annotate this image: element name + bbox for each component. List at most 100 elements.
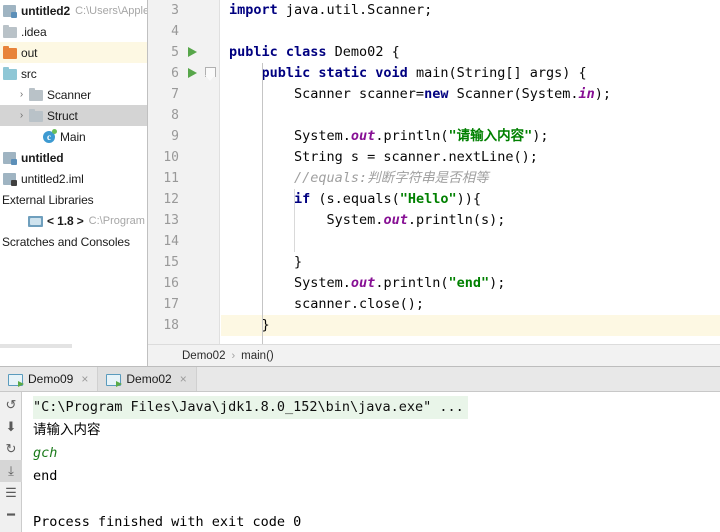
tree-item-idea[interactable]: .idea: [0, 21, 147, 42]
tree-item-untitled2-iml[interactable]: untitled2.iml: [0, 168, 147, 189]
tree-item-untitled[interactable]: untitled: [0, 147, 147, 168]
code-line[interactable]: scanner.close();: [221, 294, 720, 315]
console-line: 请输入内容: [33, 422, 101, 438]
run-gutter-icon[interactable]: [187, 63, 200, 84]
top-area: untitled2 C:\Users\Apple .idea out src › Scann…: [0, 0, 720, 366]
editor-gutter[interactable]: 3 4 5 6 7 8 9 10 11 12 13 14 15 16 17 18: [148, 0, 220, 344]
line-number: 11: [163, 171, 179, 186]
console-line: gch: [33, 445, 58, 461]
tree-item-untitled2[interactable]: untitled2 C:\Users\Apple: [0, 0, 147, 21]
line-number: 9: [171, 129, 179, 144]
console-line: end: [33, 468, 58, 484]
code-line[interactable]: if (s.equals("Hello")){: [221, 189, 720, 210]
code-line[interactable]: System.out.println("请输入内容");: [221, 126, 720, 147]
tree-item-path: C:\Users\Apple: [75, 4, 148, 17]
folder-out-icon: [2, 45, 18, 60]
project-tree[interactable]: untitled2 C:\Users\Apple .idea out src › Scann…: [0, 0, 148, 366]
line-number: 15: [163, 255, 179, 270]
code-line[interactable]: [221, 231, 720, 252]
code-token: (s.equals(: [310, 191, 400, 207]
editor-pane[interactable]: 3 4 5 6 7 8 9 10 11 12 13 14 15 16 17 18 import java.ut…: [148, 0, 720, 366]
tree-item-external-libraries[interactable]: External Libraries: [0, 189, 147, 210]
chevron-right-icon[interactable]: ›: [15, 110, 28, 121]
run-tab-demo02[interactable]: Demo02 ×: [98, 367, 197, 391]
code-token: }: [229, 254, 303, 270]
code-line[interactable]: //equals:判断字符串是否相等: [221, 168, 720, 189]
tree-item-path: C:\Program Fi: [88, 214, 147, 227]
code-token: if: [294, 191, 311, 207]
breadcrumb[interactable]: Demo02 › main(): [148, 344, 720, 366]
code-fold-icon[interactable]: [204, 63, 216, 84]
code-line[interactable]: [221, 105, 720, 126]
run-gutter-icon[interactable]: [187, 42, 200, 63]
tree-item-label: untitled2: [21, 3, 71, 18]
code-line[interactable]: }: [221, 315, 720, 336]
code-token: //equals:判断字符串是否相等: [294, 170, 489, 186]
print-button[interactable]: ☰: [0, 482, 22, 504]
close-icon[interactable]: ×: [180, 373, 187, 385]
tree-item-scanner[interactable]: › Scanner: [0, 84, 147, 105]
breadcrumb-separator-icon: ›: [231, 349, 236, 362]
tree-item-label: Main: [60, 129, 86, 144]
panel-resize-stub[interactable]: [0, 344, 72, 348]
code-line[interactable]: System.out.println("end");: [221, 273, 720, 294]
code-line[interactable]: System.out.println(s);: [221, 210, 720, 231]
line-number: 18: [163, 318, 179, 333]
stop-button[interactable]: ⬇: [0, 416, 22, 438]
print-icon: ☰: [5, 485, 17, 500]
editor-code-area[interactable]: import java.util.Scanner; public class D…: [221, 0, 720, 344]
code-token: public static void: [261, 65, 408, 81]
code-token: new: [424, 86, 449, 102]
line-number: 5: [171, 45, 179, 60]
scroll-to-end-button[interactable]: ⤓: [0, 460, 22, 482]
code-token: "end": [448, 275, 490, 291]
indent-guide: [294, 189, 296, 252]
tree-item-struct[interactable]: › Struct: [0, 105, 147, 126]
code-line[interactable]: [221, 21, 720, 42]
console-output[interactable]: "C:\Program Files\Java\jdk1.8.0_152\bin\…: [23, 392, 720, 532]
code-token: out: [383, 212, 408, 228]
code-token: java.util.Scanner;: [277, 2, 433, 18]
rerun-button[interactable]: ↺: [0, 394, 22, 416]
breadcrumb-item[interactable]: main(): [241, 350, 274, 362]
tree-item-1-8[interactable]: < 1.8 > C:\Program Fi: [0, 210, 147, 231]
tree-item-main[interactable]: c Main: [0, 126, 147, 147]
line-number: 6: [171, 66, 179, 81]
line-number: 12: [163, 192, 179, 207]
run-toolbar[interactable]: ↺ ⬇ ↻ ⤓ ☰ ━: [0, 392, 22, 532]
code-line[interactable]: import java.util.Scanner;: [221, 0, 720, 21]
code-line[interactable]: }: [221, 252, 720, 273]
soft-wrap-button[interactable]: ━: [0, 504, 22, 526]
rerun-icon: ↺: [5, 397, 17, 412]
tree-item-out[interactable]: out: [0, 42, 147, 63]
line-number: 17: [163, 297, 179, 312]
code-line[interactable]: public class Demo02 {: [221, 42, 720, 63]
run-tab-demo09[interactable]: Demo09 ×: [0, 367, 99, 391]
run-configuration-icon: [8, 373, 24, 387]
code-token: );: [489, 275, 506, 291]
run-tab-bar[interactable]: Demo09 × Demo02 ×: [0, 367, 720, 392]
code-line[interactable]: public static void main(String[] args) {: [221, 63, 720, 84]
chevron-right-icon[interactable]: ›: [15, 89, 28, 100]
tree-item-scratches-and-consoles[interactable]: Scratches and Consoles: [0, 231, 147, 252]
soft-wrap-icon: ━: [7, 507, 15, 522]
restart-button[interactable]: ↻: [0, 438, 22, 460]
breadcrumb-item[interactable]: Demo02: [182, 350, 225, 362]
line-number: 14: [163, 234, 179, 249]
line-number: 7: [171, 87, 179, 102]
tree-item-label: out: [21, 45, 38, 60]
module-icon: [2, 151, 18, 165]
code-line[interactable]: String s = scanner.nextLine();: [221, 147, 720, 168]
scroll-to-end-icon: ⤓: [8, 463, 14, 478]
code-token: System.: [229, 128, 351, 144]
code-token: in: [578, 86, 595, 102]
close-icon[interactable]: ×: [81, 373, 88, 385]
code-token: out: [350, 128, 376, 144]
code-token: "请输入内容": [448, 128, 533, 144]
code-token: scanner.close();: [229, 296, 425, 312]
module-icon: [2, 4, 18, 18]
tree-item-src[interactable]: src: [0, 63, 147, 84]
code-line[interactable]: Scanner scanner=new Scanner(System.in);: [221, 84, 720, 105]
folder-icon: [2, 24, 18, 39]
